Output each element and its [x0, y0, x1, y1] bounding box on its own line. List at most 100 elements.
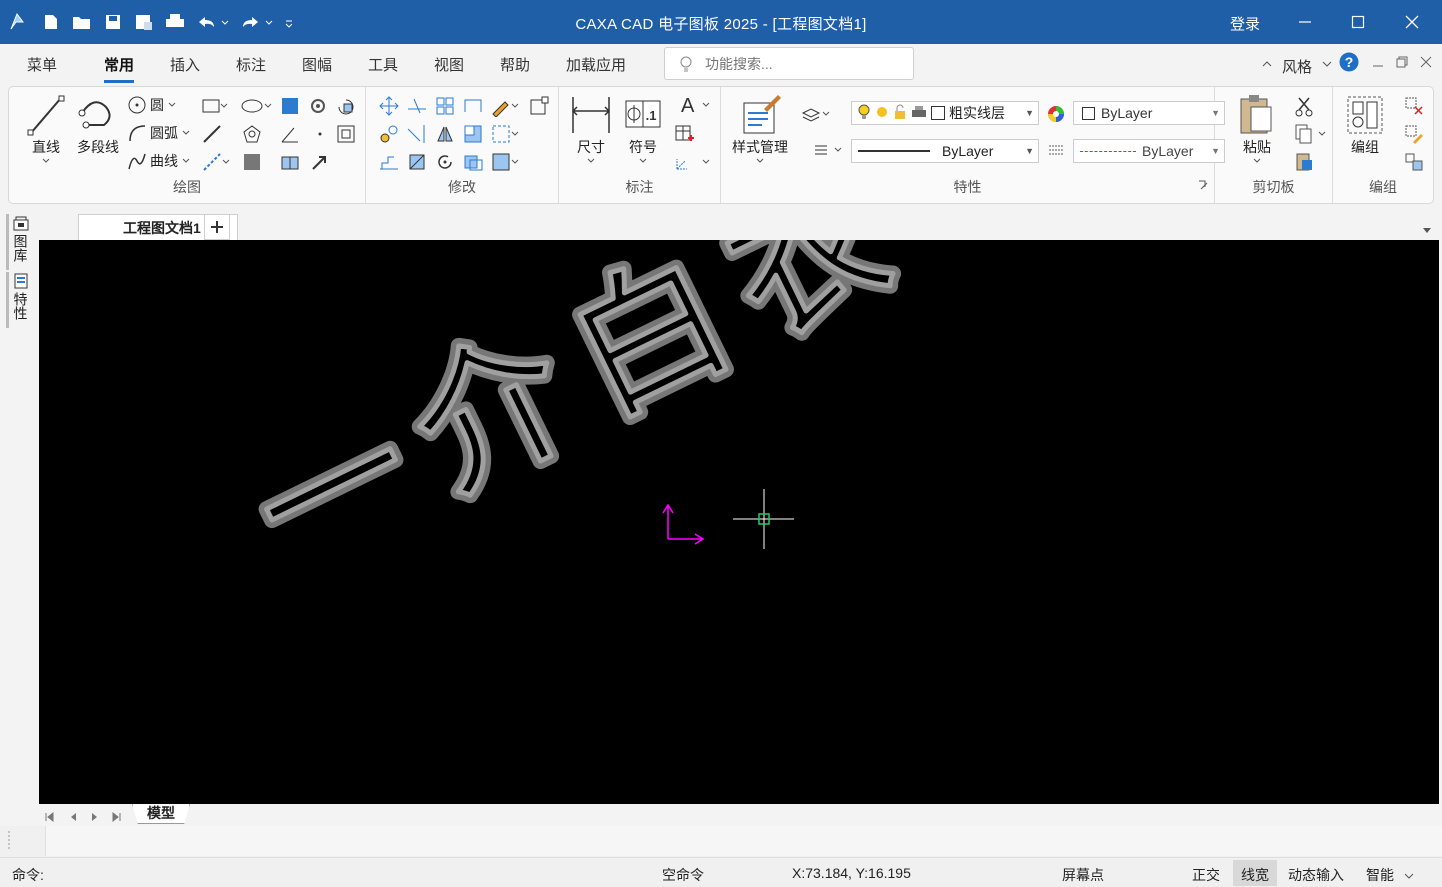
tab-home[interactable]: 常用: [104, 54, 135, 83]
linetype-select[interactable]: ByLayer ▼: [851, 139, 1039, 163]
new-tab-icon[interactable]: [204, 214, 230, 240]
edit-props-icon[interactable]: [490, 151, 519, 173]
close-icon[interactable]: [1397, 10, 1427, 34]
arrow-draw-icon[interactable]: [309, 151, 331, 173]
curve-button[interactable]: 曲线: [127, 151, 191, 171]
arc-button[interactable]: 圆弧: [127, 123, 191, 143]
scale-icon[interactable]: [406, 151, 428, 173]
ungroup-icon[interactable]: [1403, 95, 1425, 117]
point-icon[interactable]: [309, 123, 331, 145]
command-prompt[interactable]: 命令:: [12, 865, 44, 885]
hatch-icon[interactable]: [279, 95, 301, 117]
minimize-icon[interactable]: [1290, 10, 1320, 34]
trim-icon[interactable]: [406, 95, 428, 117]
tab-menu[interactable]: 菜单: [27, 54, 57, 75]
copy-transform-icon[interactable]: [378, 123, 400, 145]
pencil-icon[interactable]: [490, 95, 519, 118]
select-window-icon[interactable]: [528, 95, 550, 117]
array-icon[interactable]: [434, 95, 456, 117]
ellipse-icon[interactable]: [241, 95, 272, 117]
linewidth-select[interactable]: ByLayer ▼: [1073, 139, 1225, 163]
mirror-icon[interactable]: [434, 123, 456, 145]
doc-close-icon[interactable]: [1420, 55, 1432, 71]
search-input[interactable]: [705, 55, 895, 72]
command-area[interactable]: [0, 826, 1442, 856]
dashed-line-icon[interactable]: [201, 151, 230, 173]
text-icon[interactable]: A: [673, 93, 710, 117]
angle-line-icon[interactable]: [279, 123, 301, 145]
dimension-button[interactable]: 尺寸: [567, 93, 615, 165]
snap-mode[interactable]: 屏幕点: [1062, 865, 1104, 885]
drawing-canvas[interactable]: 一介白衣专用 一介白衣专用: [39, 240, 1439, 804]
chamfer-icon[interactable]: [462, 151, 484, 173]
last-layout-icon[interactable]: [112, 809, 122, 825]
stairs-icon[interactable]: [378, 151, 400, 173]
rotate-icon[interactable]: [434, 151, 456, 173]
lineweight-icon[interactable]: [1047, 141, 1069, 163]
gear-block-icon[interactable]: [307, 95, 329, 117]
dynamic-input-toggle[interactable]: 动态输入: [1288, 865, 1344, 885]
frame-icon[interactable]: [335, 123, 357, 145]
polyline-button[interactable]: 多段线: [73, 93, 123, 157]
properties-panel-tab[interactable]: 特性: [6, 272, 32, 328]
edit-group-icon[interactable]: [1403, 123, 1425, 145]
model-tab[interactable]: 模型: [132, 804, 190, 824]
circle-button[interactable]: 圆: [127, 95, 177, 115]
tab-list-icon[interactable]: [1422, 222, 1432, 238]
layout-tab-bar: 模型: [38, 804, 1442, 826]
group-button[interactable]: 编组: [1341, 93, 1389, 157]
rectangle-icon[interactable]: [201, 95, 228, 117]
stretch-icon[interactable]: [462, 95, 484, 117]
tab-view[interactable]: 视图: [434, 54, 464, 75]
copy-icon[interactable]: [1293, 123, 1326, 145]
polygon-icon[interactable]: [241, 123, 263, 145]
help-icon[interactable]: ?: [1339, 52, 1359, 75]
tab-annotate[interactable]: 标注: [236, 54, 266, 75]
ortho-toggle[interactable]: 正交: [1192, 865, 1220, 885]
prev-layout-icon[interactable]: [68, 809, 78, 825]
doc-minimize-icon[interactable]: [1372, 58, 1384, 74]
ribbon-panel: 直线 多段线 圆 圆弧 曲线 绘图 修改 尺寸 .1 符号 A 标注 样式管理 …: [8, 86, 1434, 204]
tab-addons[interactable]: 加载应用: [566, 54, 626, 75]
table-icon[interactable]: [673, 123, 695, 145]
cut-icon[interactable]: [1293, 95, 1315, 117]
linewidth-toggle[interactable]: 线宽: [1233, 860, 1277, 886]
group-manage-icon[interactable]: [1403, 151, 1425, 173]
doc-restore-icon[interactable]: [1396, 55, 1408, 71]
maximize-icon[interactable]: [1343, 10, 1373, 34]
line-button[interactable]: 直线: [23, 93, 69, 165]
tab-sheet[interactable]: 图幅: [302, 54, 332, 75]
chevron-down-icon[interactable]: [1322, 56, 1332, 72]
function-search[interactable]: [664, 47, 914, 80]
tab-help[interactable]: 帮助: [500, 54, 530, 75]
style-menu[interactable]: 风格: [1282, 56, 1312, 77]
move-icon[interactable]: [378, 95, 400, 117]
centerline-icon[interactable]: [201, 123, 223, 145]
command-history-grip[interactable]: [0, 826, 46, 856]
chevron-down-icon[interactable]: [1404, 868, 1414, 884]
next-layout-icon[interactable]: [90, 809, 100, 825]
collapse-ribbon-icon[interactable]: [1262, 56, 1272, 72]
extend-icon[interactable]: [406, 123, 428, 145]
linewidth-icon[interactable]: [813, 139, 842, 161]
block-insert-icon[interactable]: [335, 95, 357, 117]
dashed-select-icon[interactable]: [490, 123, 519, 145]
paste-button[interactable]: 粘贴: [1235, 93, 1279, 165]
offset-icon[interactable]: [462, 123, 484, 145]
table-insert-icon[interactable]: [279, 151, 301, 173]
coordinate-icon[interactable]: [673, 151, 710, 173]
layer-select[interactable]: 粗实线层 ▼: [851, 101, 1039, 125]
tab-insert[interactable]: 插入: [170, 54, 200, 75]
login-button[interactable]: 登录: [1230, 13, 1260, 34]
paste-special-icon[interactable]: [1293, 151, 1315, 173]
style-manager-button[interactable]: 样式管理: [725, 93, 795, 165]
fill-icon[interactable]: [241, 151, 263, 173]
color-wheel-icon[interactable]: [1047, 105, 1069, 127]
color-select[interactable]: ByLayer ▼: [1073, 101, 1225, 125]
tab-tools[interactable]: 工具: [368, 54, 398, 75]
first-layout-icon[interactable]: [44, 809, 54, 825]
layer-manager-icon[interactable]: [801, 103, 830, 125]
library-panel-tab[interactable]: 图库: [6, 214, 32, 270]
smart-snap-toggle[interactable]: 智能: [1366, 865, 1394, 885]
symbol-button[interactable]: .1 符号: [621, 93, 665, 165]
